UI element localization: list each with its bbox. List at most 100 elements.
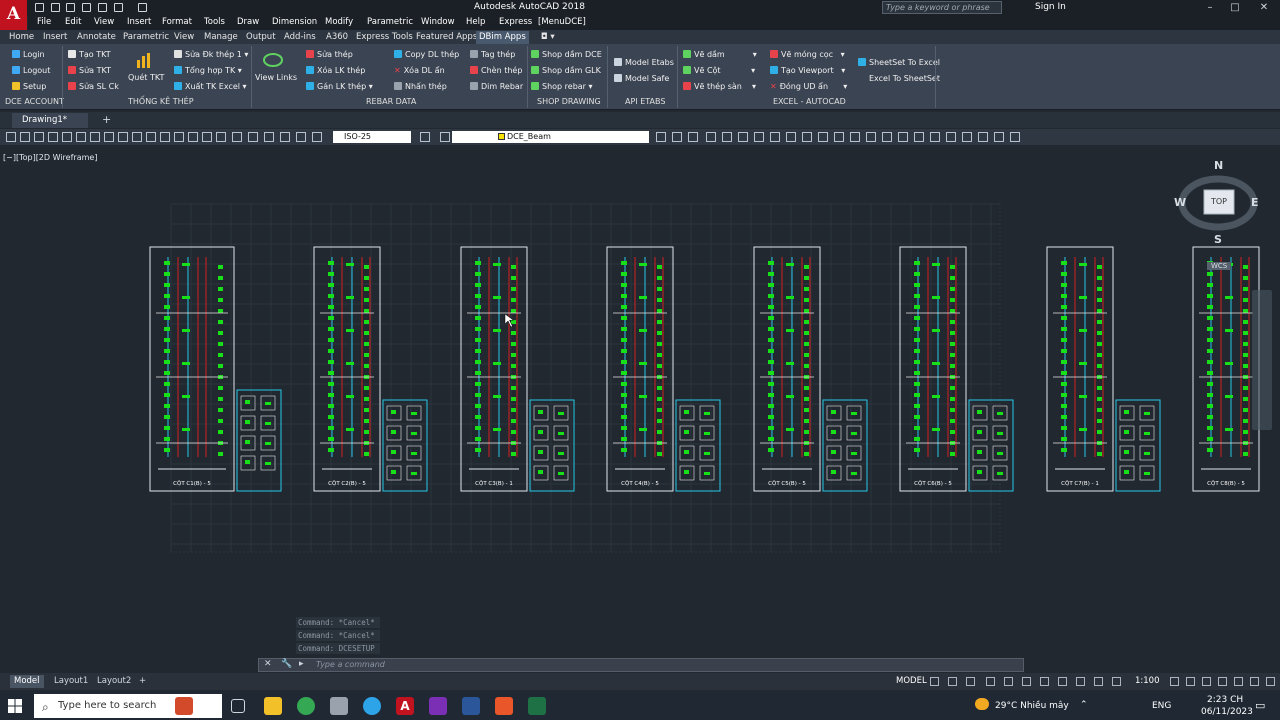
weather-text[interactable]: 29°C Nhiều mây xyxy=(995,701,1069,711)
excel-to-sheetset-button[interactable]: Excel To SheetSet xyxy=(858,74,940,83)
status-toggle-icon[interactable] xyxy=(1058,677,1067,686)
toolbar-tool-icon[interactable] xyxy=(722,132,732,142)
tab-home[interactable]: Home xyxy=(6,31,37,44)
tong-hop-tk-button[interactable]: Tổng hợp TK ▾ xyxy=(174,66,242,75)
tab-addins[interactable]: Add-ins xyxy=(281,31,319,44)
nhan-thep-button[interactable]: Nhấn thép xyxy=(394,82,447,91)
toolbar-tool-icon[interactable] xyxy=(6,132,16,142)
notification-icon[interactable]: ▭ xyxy=(1255,699,1265,712)
taskbar-search-input[interactable]: Type here to search xyxy=(34,694,222,718)
toolbar-tool-icon[interactable] xyxy=(248,132,258,142)
menu-dce[interactable]: [MenuDCE] xyxy=(538,17,586,27)
logout-button[interactable]: Logout xyxy=(12,66,50,75)
ve-thep-san-button[interactable]: Vẽ thép sàn ▾ xyxy=(683,82,756,91)
tao-tkt-button[interactable]: Tạo TKT xyxy=(68,50,111,59)
tab-a360[interactable]: A360 xyxy=(323,31,351,44)
toolbar-tool-icon[interactable] xyxy=(312,132,322,142)
toolbar-tool-icon[interactable] xyxy=(898,132,908,142)
model-etabs-button[interactable]: Model Etabs xyxy=(614,58,674,67)
chrome-icon[interactable] xyxy=(297,697,315,715)
status-toggle-icon[interactable] xyxy=(1040,677,1049,686)
minimize-icon[interactable]: – xyxy=(1201,1,1219,14)
toolbar-tool-icon[interactable] xyxy=(914,132,924,142)
task-view-icon[interactable] xyxy=(231,699,245,713)
tab-insert[interactable]: Insert xyxy=(40,31,70,44)
toolbar-tool-icon[interactable] xyxy=(62,132,72,142)
print-icon[interactable] xyxy=(98,3,107,12)
sua-sl-ck-button[interactable]: Sửa SL Ck xyxy=(68,82,119,91)
xoa-dl-an-button[interactable]: ✕ Xóa DL ẩn xyxy=(394,66,445,75)
excel-taskbar-icon[interactable] xyxy=(528,697,546,715)
close-command-icon[interactable]: ✕ xyxy=(264,659,272,669)
status-toggle-icon[interactable] xyxy=(1266,677,1275,686)
recorder-icon[interactable] xyxy=(495,697,513,715)
maximize-icon[interactable]: □ xyxy=(1226,1,1244,14)
sign-in-link[interactable]: Sign In xyxy=(1035,2,1066,12)
toolbar-tool-icon[interactable] xyxy=(296,132,306,142)
clock-time[interactable]: 2:23 CH xyxy=(1207,695,1243,705)
toolbar-tool-icon[interactable] xyxy=(280,132,290,142)
tab-model[interactable]: Model xyxy=(10,675,44,688)
tab-view[interactable]: View xyxy=(171,31,197,44)
open-file-icon[interactable] xyxy=(51,3,60,12)
status-toggle-icon[interactable] xyxy=(1234,677,1243,686)
language-indicator[interactable]: ENG xyxy=(1152,701,1171,711)
menu-tools[interactable]: Tools xyxy=(204,17,225,27)
toolbar-tool-icon[interactable] xyxy=(850,132,860,142)
toolbar-tool-icon[interactable] xyxy=(786,132,796,142)
toolbar-tool-icon[interactable] xyxy=(978,132,988,142)
status-toggle-icon[interactable] xyxy=(1076,677,1085,686)
status-toggle-icon[interactable] xyxy=(1170,677,1179,686)
ve-dam-button[interactable]: Vẽ dầm ▾ xyxy=(683,50,757,59)
dim-style-select[interactable]: ISO-25 xyxy=(333,131,411,143)
tab-layout1[interactable]: Layout1 xyxy=(50,675,92,688)
close-icon[interactable]: ✕ xyxy=(1255,1,1273,14)
weather-widget-icon[interactable] xyxy=(175,697,193,715)
redo-icon[interactable] xyxy=(138,3,147,12)
toolbar-tool-icon[interactable] xyxy=(1010,132,1020,142)
command-input[interactable]: Type a command xyxy=(316,660,385,669)
dong-ud-an-button[interactable]: ✕ Đóng UD ẩn ▾ xyxy=(770,82,847,91)
toolbar-tool-icon[interactable] xyxy=(882,132,892,142)
toolbar-tool-icon[interactable] xyxy=(672,132,682,142)
toolbar-tool-icon[interactable] xyxy=(202,132,212,142)
toolbar-tool-icon[interactable] xyxy=(706,132,716,142)
layer-select[interactable]: DCE_Beam xyxy=(452,131,649,143)
tao-viewport-button[interactable]: Tạo Viewport ▾ xyxy=(770,66,845,75)
toolbar-tool-icon[interactable] xyxy=(834,132,844,142)
toolbar-tool-icon[interactable] xyxy=(232,132,242,142)
toolbar-tool-icon[interactable] xyxy=(90,132,100,142)
toolbar-tool-icon[interactable] xyxy=(118,132,128,142)
model-space-toggle[interactable]: MODEL xyxy=(896,676,927,686)
status-toggle-icon[interactable] xyxy=(948,677,957,686)
toolbar-tool-icon[interactable] xyxy=(20,132,30,142)
ribbon-options-icon[interactable]: ◘ ▾ xyxy=(538,31,558,44)
compass-south[interactable]: S xyxy=(1214,233,1222,246)
toolbar-tool-icon[interactable] xyxy=(440,132,450,142)
xoa-lk-thep-button[interactable]: Xóa LK thép xyxy=(306,66,365,75)
toolbar-tool-icon[interactable] xyxy=(688,132,698,142)
toolbar-tool-icon[interactable] xyxy=(802,132,812,142)
status-toggle-icon[interactable] xyxy=(1186,677,1195,686)
toolbar-tool-icon[interactable] xyxy=(962,132,972,142)
menu-window[interactable]: Window xyxy=(421,17,455,27)
menu-format[interactable]: Format xyxy=(162,17,192,27)
menu-file[interactable]: File xyxy=(37,17,51,27)
status-toggle-icon[interactable] xyxy=(986,677,995,686)
undo-icon[interactable] xyxy=(114,3,123,12)
status-toggle-icon[interactable] xyxy=(1022,677,1031,686)
menu-view[interactable]: View xyxy=(94,17,114,27)
tab-layout2[interactable]: Layout2 xyxy=(93,675,135,688)
toolbar-tool-icon[interactable] xyxy=(132,132,142,142)
tab-manage[interactable]: Manage xyxy=(201,31,241,44)
clock-date[interactable]: 06/11/2023 xyxy=(1201,707,1253,717)
tab-annotate[interactable]: Annotate xyxy=(74,31,119,44)
xuat-tk-excel-button[interactable]: Xuất TK Excel ▾ xyxy=(174,82,247,91)
wcs-menu[interactable]: WCS xyxy=(1207,262,1232,270)
word-icon[interactable] xyxy=(462,697,480,715)
menu-insert[interactable]: Insert xyxy=(127,17,151,27)
menu-express[interactable]: Express xyxy=(499,17,532,27)
autocad-taskbar-icon[interactable]: A xyxy=(396,697,414,715)
save-as-icon[interactable] xyxy=(82,3,91,12)
toolbar-tool-icon[interactable] xyxy=(946,132,956,142)
